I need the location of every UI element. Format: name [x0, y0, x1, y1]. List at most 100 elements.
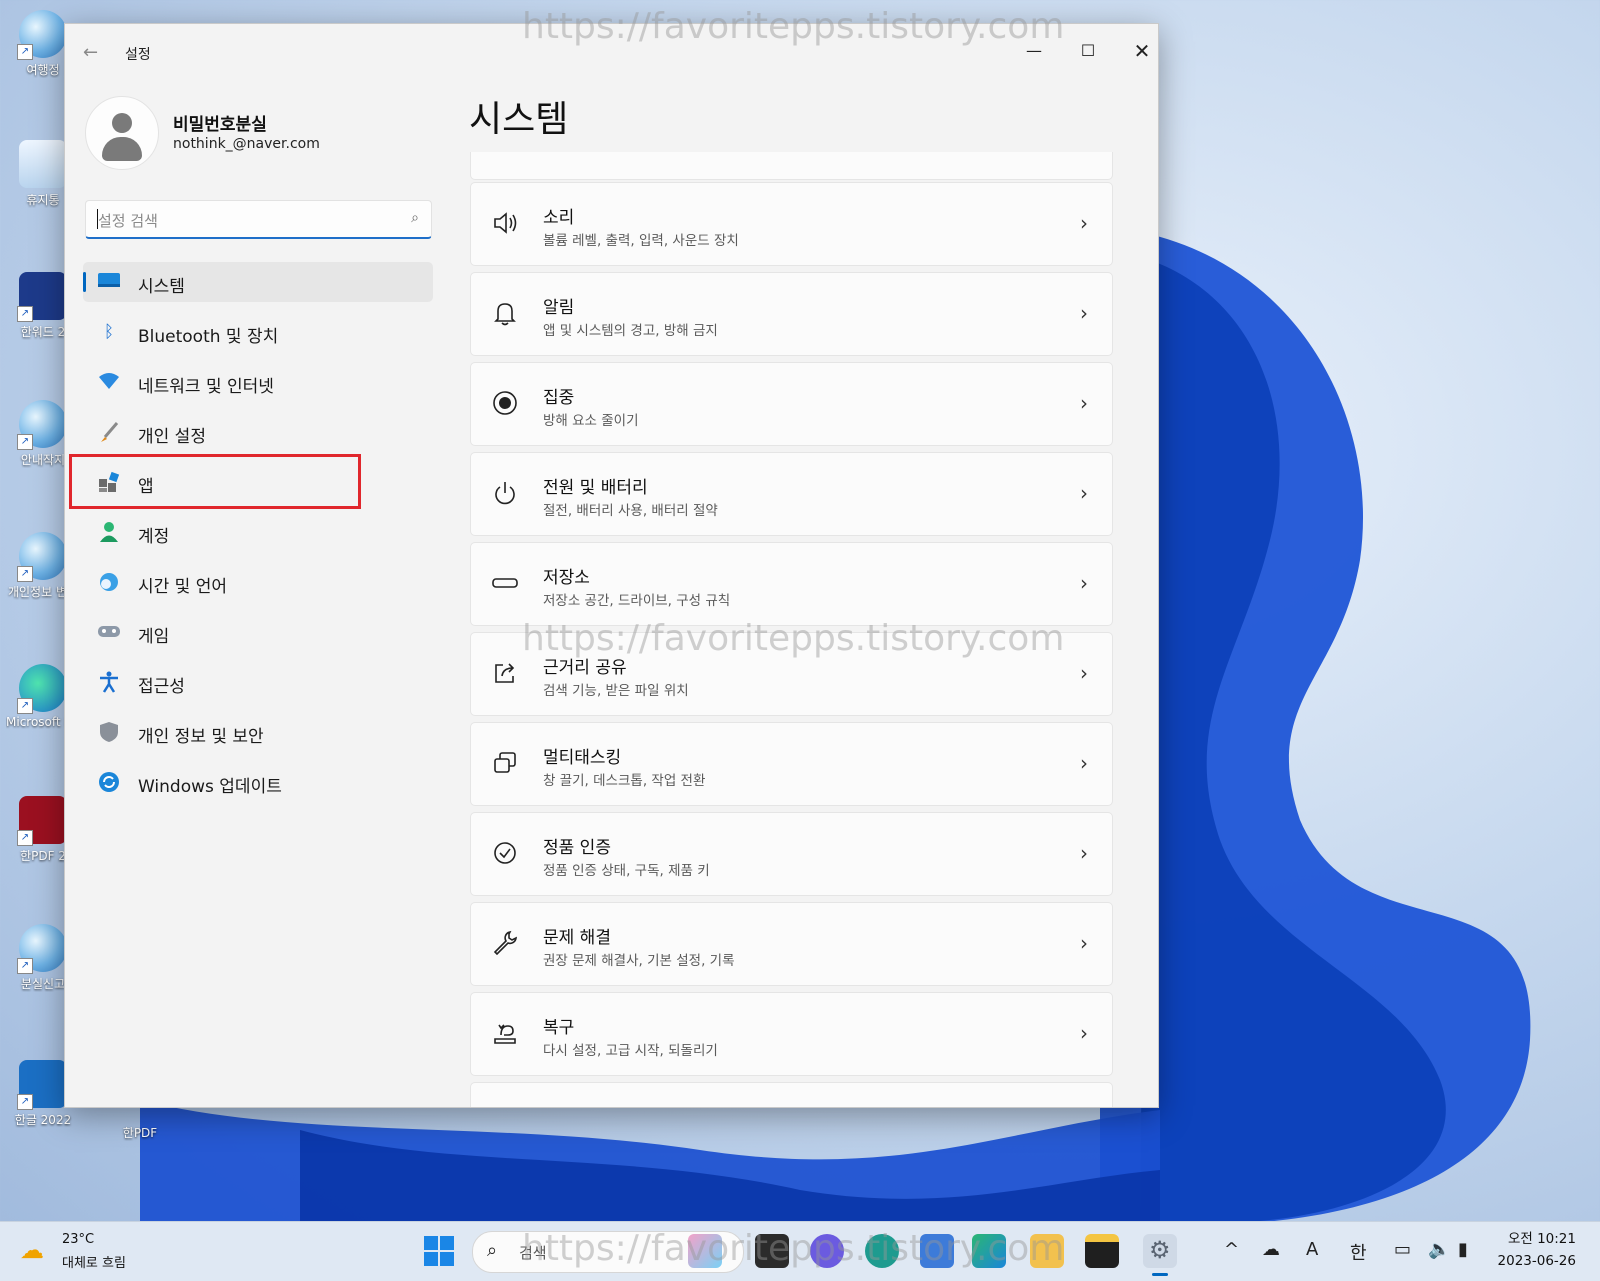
- taskbar-app-chat[interactable]: [810, 1234, 844, 1268]
- cloudy-weather-icon: ☁: [20, 1236, 44, 1264]
- maximize-button[interactable]: ☐: [1065, 34, 1111, 68]
- sidebar-item-apps[interactable]: 앱: [69, 454, 433, 509]
- chevron-right-icon: ›: [1080, 301, 1088, 325]
- search-icon: ⌕: [487, 1240, 498, 1261]
- sidebar-nav: 시스템 ᛒ Bluetooth 및 장치 네트워크 및 인터넷 개인 설정 앱 …: [69, 262, 433, 812]
- profile-name: 비밀번호분실: [173, 115, 267, 135]
- start-button[interactable]: [424, 1236, 454, 1266]
- chevron-right-icon: ›: [1080, 1021, 1088, 1045]
- ime-indicator[interactable]: 한: [1350, 1239, 1367, 1265]
- system-icon: [97, 271, 121, 293]
- globe-icon: ↗: [17, 10, 67, 60]
- close-button[interactable]: ✕: [1119, 34, 1158, 68]
- settings-card-power[interactable]: 전원 및 배터리 절전, 배터리 사용, 배터리 절약 ›: [470, 452, 1113, 536]
- taskbar-app-folder[interactable]: [1030, 1234, 1064, 1268]
- update-icon: [97, 771, 121, 793]
- settings-card-cutoff-bottom[interactable]: [470, 1082, 1113, 1107]
- settings-card-troubleshoot[interactable]: 문제 해결 권장 문제 해결사, 기본 설정, 기록 ›: [470, 902, 1113, 986]
- sidebar-item-privacy[interactable]: 개인 정보 및 보안: [83, 712, 433, 752]
- check-circle-icon: [489, 839, 521, 871]
- taskbar-app-edge[interactable]: [865, 1234, 899, 1268]
- recovery-icon: [489, 1019, 521, 1051]
- settings-card-multitasking[interactable]: 멀티태스킹 창 끌기, 데스크톱, 작업 전환 ›: [470, 722, 1113, 806]
- share-icon: [489, 659, 521, 691]
- chevron-right-icon: ›: [1080, 481, 1088, 505]
- settings-card-cutoff[interactable]: [470, 152, 1113, 180]
- sidebar-item-network[interactable]: 네트워크 및 인터넷: [83, 362, 433, 402]
- battery-icon[interactable]: ▮: [1458, 1239, 1468, 1260]
- chevron-right-icon: ›: [1080, 751, 1088, 775]
- profile-email: nothink_@naver.com: [173, 136, 320, 152]
- sidebar-item-time-language[interactable]: 시간 및 언어: [83, 562, 433, 602]
- taskbar-app-browser[interactable]: [972, 1234, 1006, 1268]
- globe-icon: ↗: [17, 924, 67, 974]
- sidebar-item-accessibility[interactable]: 접근성: [83, 662, 433, 702]
- speaker-icon: [489, 209, 521, 241]
- page-title: 시스템: [469, 99, 569, 140]
- taskbar-app-sticky-notes[interactable]: [1085, 1234, 1119, 1268]
- bluetooth-icon: ᛒ: [103, 322, 115, 342]
- chevron-right-icon: ›: [1080, 211, 1088, 235]
- onedrive-cloud-icon[interactable]: ☁: [1262, 1239, 1280, 1260]
- taskbar-app-settings[interactable]: ⚙: [1143, 1234, 1177, 1276]
- settings-card-recovery[interactable]: 복구 다시 설정, 고급 시작, 되돌리기 ›: [470, 992, 1113, 1076]
- settings-card-activation[interactable]: 정품 인증 정품 인증 상태, 구독, 제품 키 ›: [470, 812, 1113, 896]
- taskbar: ☁ 23°C 대체로 흐림 ⌕ 검색 ⚙ ^ ☁ A 한 ▭ 🔈 ▮ 오전 10…: [0, 1221, 1600, 1281]
- account-icon: [97, 521, 121, 543]
- taskbar-app-store[interactable]: [920, 1234, 954, 1268]
- pdf-app-icon: ↗: [17, 796, 67, 846]
- pen-app-icon: ↗: [17, 272, 67, 322]
- search-placeholder: 설정 검색: [98, 212, 158, 230]
- chevron-right-icon: ›: [1080, 391, 1088, 415]
- globe-icon: ↗: [17, 532, 67, 582]
- multitask-icon: [489, 749, 521, 781]
- sidebar-item-accounts[interactable]: 계정: [83, 512, 433, 552]
- sidebar-item-windows-update[interactable]: Windows 업데이트: [83, 762, 433, 802]
- title-bar: ← 설정 — ☐ ✕: [65, 24, 1158, 80]
- bell-icon: [489, 299, 521, 331]
- chevron-right-icon: ›: [1080, 931, 1088, 955]
- accessibility-icon: [97, 671, 121, 693]
- settings-card-storage[interactable]: 저장소 저장소 공간, 드라이브, 구성 규칙 ›: [470, 542, 1113, 626]
- user-profile[interactable]: 비밀번호분실 nothink_@naver.com: [85, 96, 445, 176]
- taskbar-app-widgets[interactable]: [688, 1234, 722, 1268]
- network-icon[interactable]: ▭: [1394, 1239, 1411, 1260]
- wifi-icon: [97, 371, 121, 393]
- volume-muted-icon[interactable]: 🔈: [1428, 1239, 1450, 1260]
- settings-content: 소리 볼륨 레벨, 출력, 입력, 사운드 장치 › 알림 앱 및 시스템의 경…: [470, 152, 1115, 1107]
- input-mode-indicator[interactable]: A: [1306, 1239, 1318, 1260]
- settings-card-sound[interactable]: 소리 볼륨 레벨, 출력, 입력, 사운드 장치 ›: [470, 182, 1113, 266]
- storage-icon: [489, 569, 521, 601]
- gear-icon: ⚙: [1149, 1236, 1171, 1264]
- chevron-right-icon: ›: [1080, 661, 1088, 685]
- shield-icon: [97, 721, 121, 743]
- settings-card-nearby-sharing[interactable]: 근거리 공유 검색 기능, 받은 파일 위치 ›: [470, 632, 1113, 716]
- globe-icon: ↗: [17, 400, 67, 450]
- settings-window: ← 설정 — ☐ ✕ 비밀번호분실 nothink_@naver.com 설정 …: [64, 23, 1159, 1108]
- search-icon: ⌕: [411, 210, 419, 226]
- hangul-app-icon: ↗: [17, 1060, 67, 1110]
- avatar: [85, 96, 159, 170]
- sidebar-item-gaming[interactable]: 게임: [83, 612, 433, 652]
- sidebar-item-personalization[interactable]: 개인 설정: [83, 412, 433, 452]
- wrench-icon: [489, 929, 521, 961]
- settings-card-notifications[interactable]: 알림 앱 및 시스템의 경고, 방해 금지 ›: [470, 272, 1113, 356]
- minimize-button[interactable]: —: [1011, 34, 1057, 68]
- time-language-icon: [97, 571, 121, 593]
- taskbar-app-files[interactable]: [755, 1234, 789, 1268]
- settings-card-focus[interactable]: 집중 방해 요소 줄이기 ›: [470, 362, 1113, 446]
- weather-widget[interactable]: ☁ 23°C 대체로 흐림: [20, 1232, 160, 1272]
- window-title: 설정: [125, 47, 151, 63]
- chevron-right-icon: ›: [1080, 571, 1088, 595]
- power-icon: [489, 479, 521, 511]
- apps-icon: [97, 471, 121, 493]
- focus-icon: [489, 389, 521, 421]
- sidebar-item-bluetooth[interactable]: ᛒ Bluetooth 및 장치: [83, 312, 433, 352]
- edge-icon: ↗: [17, 664, 67, 714]
- back-arrow-icon[interactable]: ←: [83, 42, 98, 63]
- taskbar-clock[interactable]: 오전 10:21 2023-06-26: [1488, 1228, 1576, 1272]
- sidebar-item-system[interactable]: 시스템: [83, 262, 433, 302]
- recycle-bin-icon: [19, 140, 67, 188]
- settings-search-input[interactable]: 설정 검색 ⌕: [85, 200, 432, 239]
- show-hidden-icons-button[interactable]: ^: [1224, 1239, 1239, 1260]
